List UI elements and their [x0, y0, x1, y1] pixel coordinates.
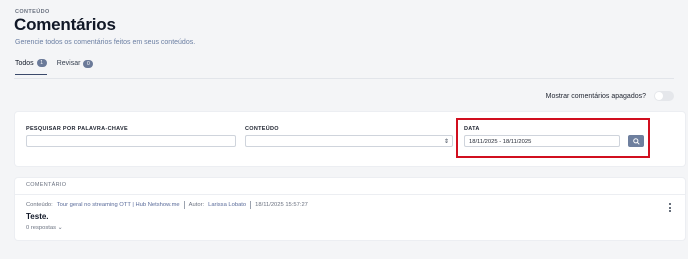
- show-deleted-toggle-row: Mostrar comentários apagados?: [546, 91, 674, 101]
- keyword-input[interactable]: [26, 135, 236, 147]
- content-select[interactable]: ⇕: [245, 135, 453, 147]
- content-link[interactable]: Tour geral no streaming OTT | Hub Netsho…: [57, 202, 180, 208]
- tab-label: Revisar: [56, 60, 81, 67]
- show-deleted-toggle[interactable]: [654, 91, 674, 101]
- comment-meta: Conteúdo: Tour geral no streaming OTT | …: [26, 201, 308, 209]
- page-subtitle: Gerencie todos os comentários feitos em …: [15, 39, 196, 46]
- tab-label: Todos: [15, 59, 34, 67]
- select-arrows-icon: ⇕: [443, 139, 449, 145]
- keyword-label: PESQUISAR POR PALAVRA-CHAVE: [26, 126, 128, 132]
- count-badge: 0: [83, 59, 94, 68]
- tab-todos[interactable]: Todos 1: [15, 59, 47, 75]
- page-title: Comentários: [14, 15, 116, 34]
- tabs-divider: [14, 78, 674, 79]
- meta-separator: [250, 201, 252, 209]
- page-header: CONTEÚDO Comentários Gerencie todos os c…: [0, 0, 688, 80]
- show-deleted-label: Mostrar comentários apagados?: [545, 92, 646, 100]
- kebab-menu-icon[interactable]: [669, 203, 672, 212]
- replies-toggle[interactable]: 0 respostas ⌄: [26, 225, 62, 231]
- comments-card: COMENTÁRIO Conteúdo: Tour geral no strea…: [15, 178, 685, 240]
- author-link[interactable]: Larissa Lobato: [208, 202, 246, 208]
- comment-timestamp: 18/11/2025 15:57:27: [255, 202, 308, 208]
- content-label: CONTEÚDO: [245, 126, 279, 132]
- count-badge: 1: [36, 59, 47, 67]
- meta-separator: [183, 201, 185, 209]
- chevron-down-icon: ⌄: [57, 225, 63, 231]
- tab-revisar[interactable]: Revisar 0: [57, 59, 94, 75]
- tabs: Todos 1 Revisar 0: [15, 59, 94, 75]
- search-button[interactable]: [628, 135, 644, 147]
- comments-header: COMENTÁRIO: [15, 178, 685, 195]
- date-highlight-box: [456, 118, 650, 158]
- search-icon: [632, 132, 640, 150]
- comment-text: Teste.: [26, 212, 49, 221]
